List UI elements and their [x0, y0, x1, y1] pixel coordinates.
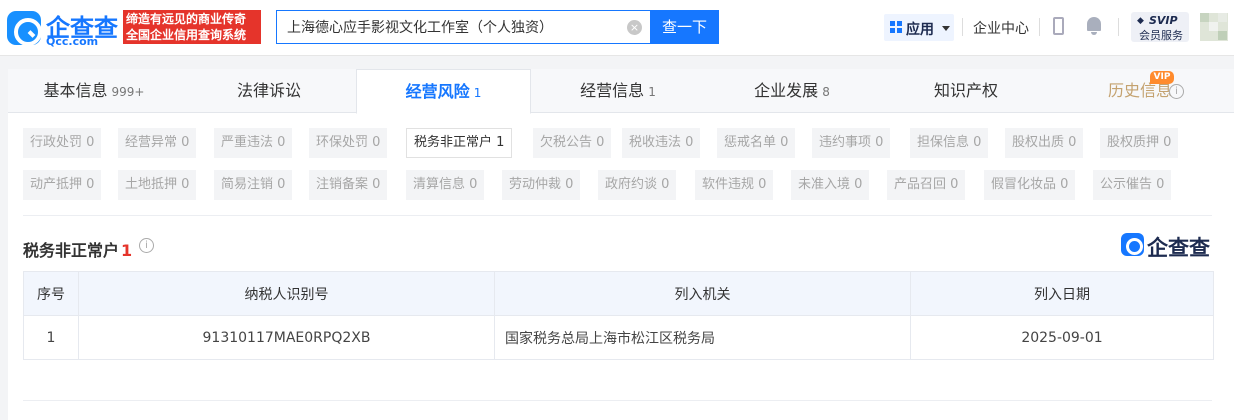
- risk-filter-item[interactable]: 股权质押 0: [1100, 128, 1179, 158]
- notification-bell-icon[interactable]: [1086, 15, 1102, 35]
- tab-enterprise-development[interactable]: 企业发展 8: [705, 69, 879, 113]
- enterprise-center-link[interactable]: 企业中心: [973, 18, 1029, 38]
- column-header: 列入日期: [910, 271, 1214, 316]
- risk-filter-item[interactable]: 动产抵押 0: [23, 170, 102, 200]
- risk-filter-item[interactable]: 清算信息 0: [406, 170, 485, 200]
- svip-title: SVIP: [1149, 14, 1178, 27]
- risk-filter-item[interactable]: 惩戒名单 0: [717, 128, 796, 158]
- tab-legal-action[interactable]: 法律诉讼: [182, 69, 356, 113]
- table-header-row: 序号 纳税人识别号 列入机关 列入日期: [23, 271, 1214, 316]
- risk-filter-item[interactable]: 假冒化妆品 0: [984, 170, 1076, 200]
- slogan-line-2: 全国企业信用查询系统: [126, 28, 247, 42]
- crown-icon: ◆: [1137, 16, 1144, 26]
- column-header: 序号: [23, 271, 79, 316]
- risk-filter-item[interactable]: 环保处罚 0: [309, 128, 388, 158]
- tab-intellectual-property[interactable]: 知识产权: [879, 69, 1053, 113]
- risk-filter-item-active[interactable]: 税务非正常户 1: [406, 128, 513, 158]
- listing-date: 2025-09-01: [910, 315, 1214, 360]
- risk-filter-item[interactable]: 经营异常 0: [118, 128, 197, 158]
- risk-filter-item[interactable]: 未准入境 0: [791, 170, 870, 200]
- logo-domain: Qcc.com: [46, 35, 99, 48]
- risk-filter-item[interactable]: 违约事项 0: [812, 128, 891, 158]
- user-avatar[interactable]: [1200, 13, 1228, 41]
- apps-label: 应用: [906, 22, 934, 38]
- search-button[interactable]: 查一下: [650, 10, 719, 44]
- chevron-down-icon: [942, 26, 950, 31]
- table-row: 1 91310117MAE0RPQ2XB 国家税务总局上海市松江区税务局 202…: [23, 315, 1214, 360]
- risk-filter-item[interactable]: 产品召回 0: [887, 170, 966, 200]
- magnifier-logo-icon: [1121, 233, 1144, 256]
- section-info-icon[interactable]: i: [139, 238, 154, 253]
- risk-filter-item[interactable]: 劳动仲裁 0: [502, 170, 581, 200]
- listing-authority: 国家税务总局上海市松江区税务局: [494, 315, 911, 360]
- slogan-line-1: 缔造有远见的商业传奇: [126, 12, 247, 26]
- header-divider: [1118, 18, 1119, 36]
- svip-subtitle: 会员服务: [1139, 29, 1183, 42]
- tax-abnormal-table: 序号 纳税人识别号 列入机关 列入日期 1 91310117MAE0RPQ2XB…: [23, 271, 1214, 360]
- risk-filter-item[interactable]: 注销备案 0: [309, 170, 388, 200]
- risk-filter-item[interactable]: 政府约谈 0: [598, 170, 677, 200]
- info-icon[interactable]: i: [1169, 84, 1184, 99]
- risk-filter-item[interactable]: 简易注销 0: [214, 170, 293, 200]
- mobile-phone-icon[interactable]: [1053, 17, 1064, 35]
- column-header: 纳税人识别号: [78, 271, 495, 316]
- row-index: 1: [23, 315, 79, 360]
- vip-badge: VIP: [1150, 71, 1174, 84]
- top-header: 企查查 Qcc.com 缔造有远见的商业传奇 全国企业信用查询系统 上海德心应手…: [0, 0, 1234, 56]
- svip-member-button[interactable]: ◆ SVIP 会员服务: [1131, 12, 1189, 42]
- tab-history-info[interactable]: 历史信息: [1053, 69, 1227, 113]
- section-divider: [23, 400, 1212, 401]
- apps-menu-button[interactable]: 应用: [884, 14, 954, 41]
- tax-abnormal-section-title: 税务非正常户 1: [23, 241, 133, 260]
- clear-search-icon[interactable]: ×: [627, 20, 642, 35]
- section-count: 1: [121, 241, 133, 260]
- qcc-logo[interactable]: 企查查 Qcc.com: [7, 8, 121, 48]
- header-divider: [962, 18, 963, 36]
- risk-filter-item[interactable]: 股权出质 0: [1005, 128, 1084, 158]
- magnifier-logo-icon: [7, 11, 42, 46]
- header-divider: [1039, 18, 1040, 36]
- risk-filter-item[interactable]: 公示催告 0: [1093, 170, 1172, 200]
- risk-filter-item[interactable]: 税收违法 0: [622, 128, 701, 158]
- column-header: 列入机关: [494, 271, 911, 316]
- risk-filter-item[interactable]: 行政处罚 0: [23, 128, 102, 158]
- risk-filter-item[interactable]: 欠税公告 0: [533, 128, 612, 158]
- section-divider: [23, 215, 1212, 216]
- qcc-watermark-logo: 企查查: [1121, 232, 1213, 260]
- category-tabs: 基本信息 999+ 法律诉讼 经营风险 1 经营信息 1 企业发展 8 知识产权 历史信…: [8, 69, 1234, 114]
- risk-filter-item[interactable]: 土地抵押 0: [118, 170, 197, 200]
- taxpayer-id: 91310117MAE0RPQ2XB: [78, 315, 495, 360]
- risk-filter-item[interactable]: 软件违规 0: [695, 170, 774, 200]
- tab-basic-info[interactable]: 基本信息 999+: [8, 69, 180, 113]
- tab-business-risk[interactable]: 经营风险 1: [356, 69, 531, 114]
- risk-filter-item[interactable]: 严重违法 0: [214, 128, 293, 158]
- slogan-banner: 缔造有远见的商业传奇 全国企业信用查询系统: [123, 10, 261, 44]
- grid-apps-icon: [890, 21, 902, 33]
- watermark-name: 企查查: [1147, 236, 1210, 260]
- company-detail-panel: 基本信息 999+ 法律诉讼 经营风险 1 经营信息 1 企业发展 8 知识产权 历史信…: [8, 69, 1234, 420]
- tab-business-info[interactable]: 经营信息 1: [531, 69, 705, 113]
- search-input-value[interactable]: 上海德心应手影视文化工作室（个人独资）: [287, 17, 553, 37]
- company-search-input[interactable]: 上海德心应手影视文化工作室（个人独资） ×: [276, 10, 650, 44]
- risk-filter-item[interactable]: 担保信息 0: [910, 128, 989, 158]
